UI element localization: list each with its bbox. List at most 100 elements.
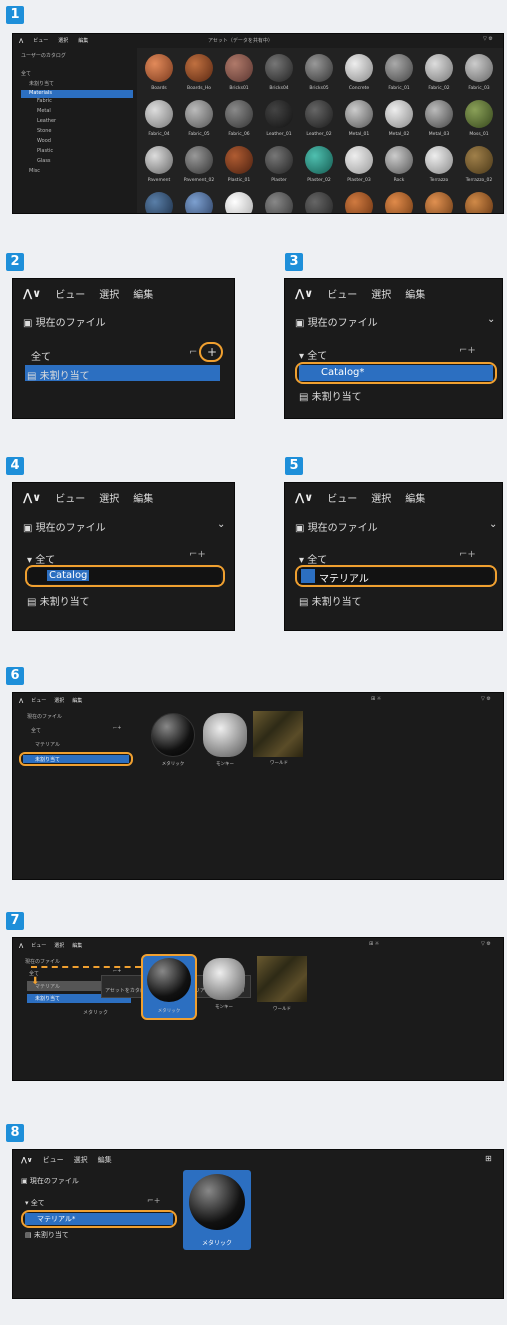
chevron-down-icon[interactable]: ⌄ (487, 314, 495, 325)
library-select[interactable]: 現在のファイル (36, 523, 106, 534)
menu-select[interactable]: 選択 (54, 942, 64, 949)
material-thumb[interactable] (185, 192, 213, 213)
add-catalog-button-icon[interactable]: ⌐ (189, 347, 197, 358)
expand-arrow-icon[interactable]: ▾ (299, 351, 304, 362)
library-select[interactable]: 現在のファイル (27, 713, 62, 720)
add-catalog-button[interactable]: + (207, 345, 217, 359)
chevron-down-icon[interactable]: ⌄ (217, 519, 225, 530)
menu-view[interactable]: ビュー (327, 490, 357, 505)
library-select[interactable]: 現在のファイル (36, 318, 106, 329)
material-thumb[interactable] (385, 54, 413, 82)
add-catalog-button[interactable]: ⌐+ (189, 549, 206, 560)
material-thumb[interactable] (185, 100, 213, 128)
material-thumb[interactable] (305, 100, 333, 128)
material-thumb[interactable] (385, 146, 413, 174)
material-thumb[interactable] (465, 100, 493, 128)
menu-view[interactable]: ビュー (43, 1155, 64, 1165)
tree-item[interactable]: Glass (21, 158, 133, 168)
add-catalog-button[interactable]: ⌐+ (147, 1196, 160, 1205)
tree-item[interactable]: Wood (21, 138, 133, 148)
catalog-materials[interactable]: マテリアル* (37, 1214, 75, 1224)
catalog-all[interactable]: 全て (31, 348, 51, 363)
tree-item[interactable]: Metal (21, 108, 133, 118)
material-thumb[interactable] (425, 54, 453, 82)
tree-item[interactable]: Fabric (21, 98, 133, 108)
material-thumb[interactable] (145, 146, 173, 174)
unassigned-label[interactable]: 未割り当て (312, 597, 362, 608)
catalog-all[interactable]: 全て (31, 727, 41, 734)
material-thumb[interactable] (265, 146, 293, 174)
material-thumb[interactable] (145, 100, 173, 128)
blender-logo-icon[interactable]: ⋀ (19, 943, 23, 949)
material-thumb[interactable] (345, 192, 373, 213)
material-thumb[interactable] (385, 192, 413, 213)
add-catalog-button[interactable]: ⌐+ (459, 345, 476, 356)
catalog-all[interactable]: 全て (307, 351, 327, 362)
filter-icon[interactable]: ▽ ⚙ (481, 941, 491, 947)
menu-edit[interactable]: 編集 (405, 490, 425, 505)
library-select[interactable]: 現在のファイル (30, 1177, 79, 1185)
material-thumb[interactable] (345, 54, 373, 82)
unassigned-label[interactable]: 未割り当て (35, 995, 60, 1002)
tree-item[interactable]: 未割り当て (21, 80, 133, 90)
menu-select[interactable]: 選択 (99, 286, 119, 301)
grid-view-icon[interactable]: ⊞ (485, 1154, 492, 1163)
menu-edit[interactable]: 編集 (405, 286, 425, 301)
menu-select[interactable]: 選択 (371, 490, 391, 505)
material-thumb[interactable] (425, 100, 453, 128)
unassigned-label[interactable]: 未割り当て (35, 756, 60, 763)
blender-logo-icon[interactable]: ⋀∨ (295, 287, 313, 300)
blender-logo-icon[interactable]: ⋀ (19, 698, 23, 704)
tree-item[interactable]: 全て (21, 70, 133, 80)
blender-logo-icon[interactable]: ⋀∨ (23, 491, 41, 504)
grid-view-icon[interactable]: ⊞ ☼ (371, 696, 381, 702)
library-select[interactable]: 現在のファイル (308, 318, 378, 329)
menu-view[interactable]: ビュー (327, 286, 357, 301)
asset-world[interactable]: ワールド (253, 711, 305, 766)
filter-icon[interactable]: ▽ ⚙ (481, 696, 491, 702)
blender-logo-icon[interactable]: ⋀∨ (21, 1156, 33, 1164)
material-thumb[interactable] (265, 192, 293, 213)
asset-monkey[interactable]: モンキー (201, 713, 249, 767)
asset-metallic[interactable]: メタリック (149, 713, 197, 767)
catalog-search[interactable]: ユーザーのカタログ (21, 52, 66, 59)
add-catalog-button[interactable]: ⌐+ (113, 968, 121, 974)
blender-logo-icon[interactable]: ⋀∨ (295, 491, 313, 504)
menu-select[interactable]: 選択 (371, 286, 391, 301)
menu-edit[interactable]: 編集 (72, 942, 82, 949)
monkey-thumb[interactable] (203, 958, 245, 1000)
tree-item[interactable]: Plastic (21, 148, 133, 158)
menu-select[interactable]: 選択 (54, 697, 64, 704)
material-thumb[interactable] (145, 54, 173, 82)
menu-select[interactable]: 選択 (74, 1155, 88, 1165)
menu-view[interactable]: ビュー (31, 942, 46, 949)
material-thumb[interactable] (225, 146, 253, 174)
menu-select[interactable]: 選択 (58, 37, 68, 44)
library-select[interactable]: 現在のファイル (25, 958, 60, 965)
material-thumb[interactable] (465, 146, 493, 174)
rename-field-text[interactable]: Catalog (47, 570, 90, 581)
material-thumb[interactable] (265, 100, 293, 128)
library-title[interactable]: アセット（データを共有中） (208, 37, 273, 44)
material-thumb[interactable] (305, 146, 333, 174)
material-thumb[interactable] (305, 54, 333, 82)
grid-view-icon[interactable]: ⊞ ☼ (369, 941, 379, 947)
material-thumb[interactable] (345, 100, 373, 128)
menu-view[interactable]: ビュー (33, 37, 48, 44)
material-thumb[interactable] (225, 54, 253, 82)
unassigned-label[interactable]: 未割り当て (40, 597, 90, 608)
material-thumb[interactable] (145, 192, 173, 213)
rename-field-text[interactable]: マテリアル (319, 570, 369, 585)
menu-select[interactable]: 選択 (99, 490, 119, 505)
material-thumb[interactable] (185, 146, 213, 174)
menu-edit[interactable]: 編集 (133, 286, 153, 301)
menu-edit[interactable]: 編集 (78, 37, 88, 44)
tree-item-selected[interactable]: Materials (21, 90, 133, 98)
material-thumb[interactable] (465, 54, 493, 82)
tree-item[interactable]: Misc (21, 168, 133, 178)
menu-edit[interactable]: 編集 (72, 697, 82, 704)
library-select[interactable]: 現在のファイル (308, 523, 378, 534)
unassigned-label[interactable]: 未割り当て (34, 1231, 69, 1239)
menu-view[interactable]: ビュー (55, 490, 85, 505)
catalog-materials[interactable]: マテリアル (35, 741, 60, 748)
